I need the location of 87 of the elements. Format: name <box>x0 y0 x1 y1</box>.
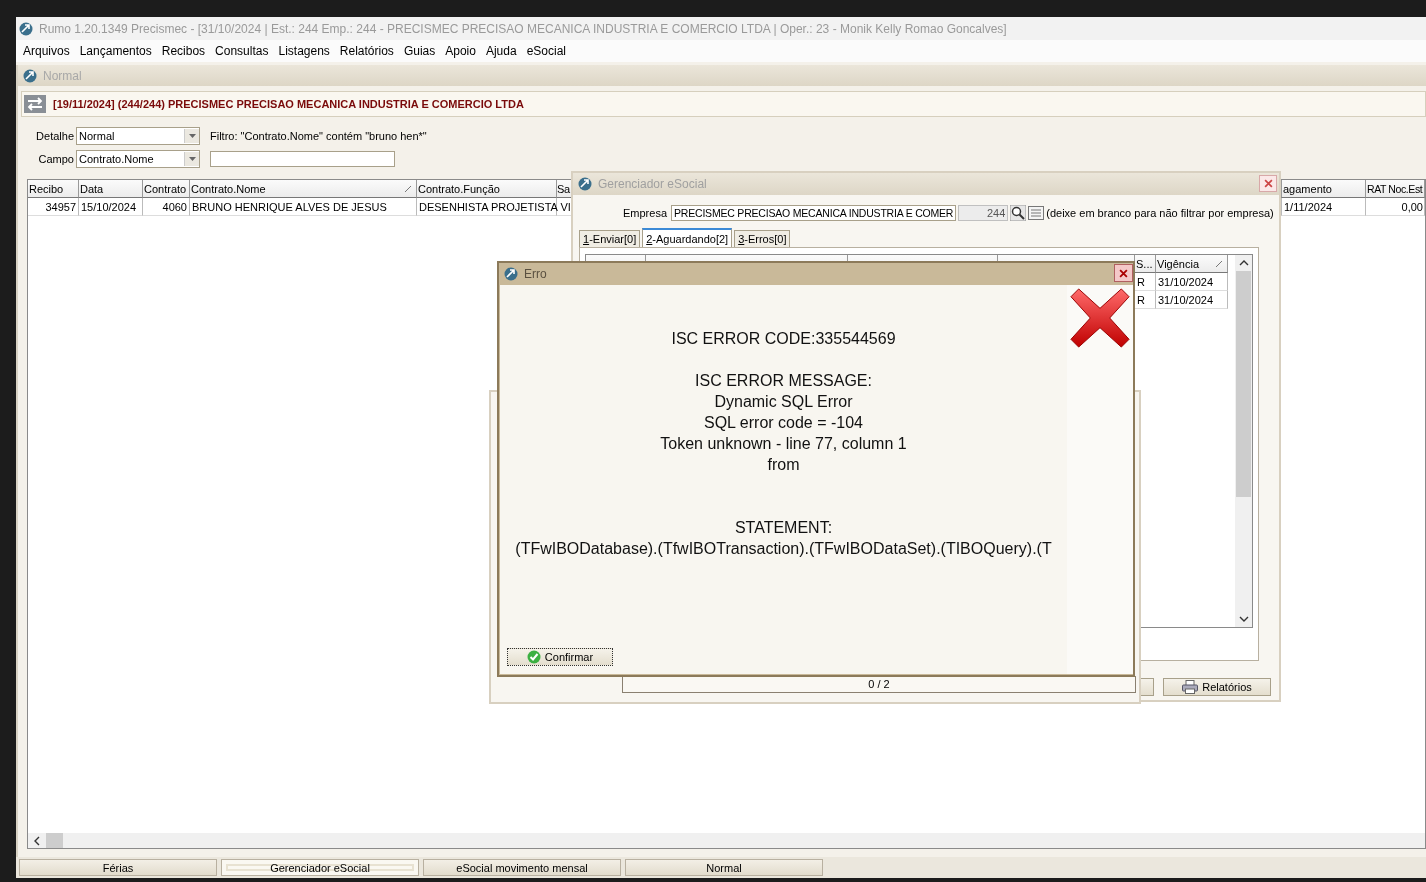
tab[interactable]: 2-Aguardando[2] <box>642 228 733 247</box>
table-cell: 1/11/2024 <box>1284 200 1333 213</box>
column-header[interactable]: S... <box>1135 255 1156 273</box>
vertical-scrollbar[interactable] <box>1235 255 1252 627</box>
column-header[interactable]: Data <box>79 180 143 198</box>
table-cell: R <box>1137 275 1145 288</box>
error-message-line: ISC ERROR CODE:335544569 <box>671 329 896 349</box>
menu-item[interactable]: Guias <box>400 44 443 58</box>
confirm-button[interactable]: Confirmar <box>507 648 613 666</box>
reports-button[interactable]: Relatórios <box>1163 678 1271 696</box>
menu-item[interactable]: eSocial <box>523 44 573 58</box>
app-logo-icon <box>504 267 518 281</box>
table-cell: 34957 <box>45 200 76 213</box>
company-field[interactable]: PRECISMEC PRECISAO MECANICA INDUSTRIA E COMER <box>671 205 957 221</box>
window-tab[interactable]: Férias <box>19 859 217 876</box>
dialog-title: Gerenciador eSocial <box>598 177 707 191</box>
menu-item[interactable]: Arquivos <box>20 44 77 58</box>
search-field[interactable] <box>210 151 395 167</box>
window-tab[interactable]: Normal <box>625 859 823 876</box>
column-header[interactable]: Contrato <box>143 180 190 198</box>
error-message-line: Dynamic SQL Error <box>714 392 853 412</box>
close-icon <box>1119 268 1128 278</box>
search-icon[interactable] <box>1010 205 1027 221</box>
list-icon[interactable] <box>1028 205 1045 221</box>
company-code-field[interactable]: 244 <box>958 205 1009 221</box>
table-cell: 4060 <box>162 200 187 213</box>
table-cell: 31/10/2024 <box>1158 275 1214 288</box>
column-header[interactable]: Contrato.Função <box>417 180 557 198</box>
window-tab[interactable]: Gerenciador eSocial <box>221 859 419 876</box>
sort-icon <box>405 185 411 192</box>
menu-item[interactable]: Recibos <box>158 44 213 58</box>
error-message-line: ISC ERROR MESSAGE: <box>695 371 872 391</box>
tab[interactable]: 3-Erros[0] <box>734 230 791 247</box>
swap-arrows-icon[interactable] <box>24 95 46 113</box>
sort-icon <box>1216 260 1222 267</box>
window-tab[interactable]: eSocial movimento mensal <box>423 859 621 876</box>
error-message-line: (TFwIBODatabase).(TfwIBOTransaction).(TFwIBODataSet).(TIBOQuery).(T <box>515 539 1052 559</box>
menu-item[interactable]: Consultas <box>212 44 276 58</box>
horizontal-scrollbar[interactable] <box>28 833 1425 848</box>
menu-item[interactable]: Relatórios <box>336 44 401 58</box>
field-dropdown[interactable]: Contrato.Nome <box>76 150 200 168</box>
filter-text: Filtro: "Contrato.Nome" contém "bruno hen*" <box>210 130 427 142</box>
column-header[interactable]: Vigência <box>1156 255 1228 273</box>
table-cell: 31/10/2024 <box>1158 293 1214 306</box>
header-text: [19/11/2024] (244/244) PRECISMEC PRECISAO MECANICA INDUSTRIA E COMERCIO LTDA <box>53 98 524 110</box>
column-header[interactable]: Contrato.Nome <box>190 180 417 198</box>
field-label: Campo <box>37 153 74 165</box>
close-button[interactable] <box>1114 264 1133 282</box>
field-label: Detalhe <box>35 130 74 142</box>
app-logo-icon <box>19 21 33 36</box>
column-header[interactable]: RAT Noc.Est <box>1366 180 1425 198</box>
app-logo-icon <box>578 177 592 191</box>
error-message-line: from <box>767 455 800 475</box>
menu-item[interactable]: Ajuda <box>482 44 524 58</box>
table-cell: R <box>1137 293 1145 306</box>
detail-dropdown[interactable]: Normal <box>76 127 200 145</box>
caret-icon <box>188 134 196 138</box>
close-button[interactable] <box>1259 175 1277 192</box>
caret-icon <box>188 157 196 161</box>
check-icon <box>526 650 541 664</box>
scrollbar-thumb[interactable] <box>1236 271 1251 497</box>
menu-item[interactable]: Lançamentos <box>76 44 159 58</box>
hint-text: (deixe em branco para não filtrar por empresa) <box>1046 207 1274 219</box>
window-title: Rumo 1.20.1349 Precismec - [31/10/2024 | Est.: 244 Emp.: 244 - PRECISMEC PRECISAO MECANICA INDUSTRIA E COMERCIO LTDA | Oper.: 23 - Monik Kelly Romao Goncalves] <box>39 21 1007 36</box>
table-cell: BRUNO HENRIQUE ALVES DE JESUS <box>192 200 387 213</box>
printer-icon <box>1182 680 1199 694</box>
column-header[interactable]: Recibo <box>28 180 79 198</box>
scrollbar-thumb[interactable] <box>46 833 63 848</box>
scroll-up-icon[interactable] <box>1238 260 1249 266</box>
tab[interactable]: 1-Enviar[0] <box>579 230 641 247</box>
error-message-line: SQL error code = -104 <box>703 413 863 433</box>
error-message-line: STATEMENT: <box>734 518 833 538</box>
error-message-line: Token unknown - line 77, column 1 <box>660 434 907 454</box>
column-header[interactable]: agamento <box>1282 180 1366 198</box>
child-window-title: Normal <box>43 68 82 83</box>
scroll-left-icon[interactable] <box>34 835 40 846</box>
app-logo-icon <box>23 68 37 83</box>
scroll-down-icon[interactable] <box>1238 616 1249 622</box>
close-icon <box>1263 179 1273 188</box>
menu-item[interactable]: Apoio <box>442 44 483 58</box>
field-label: Empresa <box>623 207 668 219</box>
error-icon <box>1069 287 1131 349</box>
table-cell: 15/10/2024 <box>81 200 137 213</box>
table-cell: DESENHISTA PROJETISTA VI <box>419 200 571 213</box>
table-cell: 0,00 <box>1401 200 1423 213</box>
menu-item[interactable]: Listagens <box>275 44 337 58</box>
dialog-title: Erro <box>524 267 547 281</box>
